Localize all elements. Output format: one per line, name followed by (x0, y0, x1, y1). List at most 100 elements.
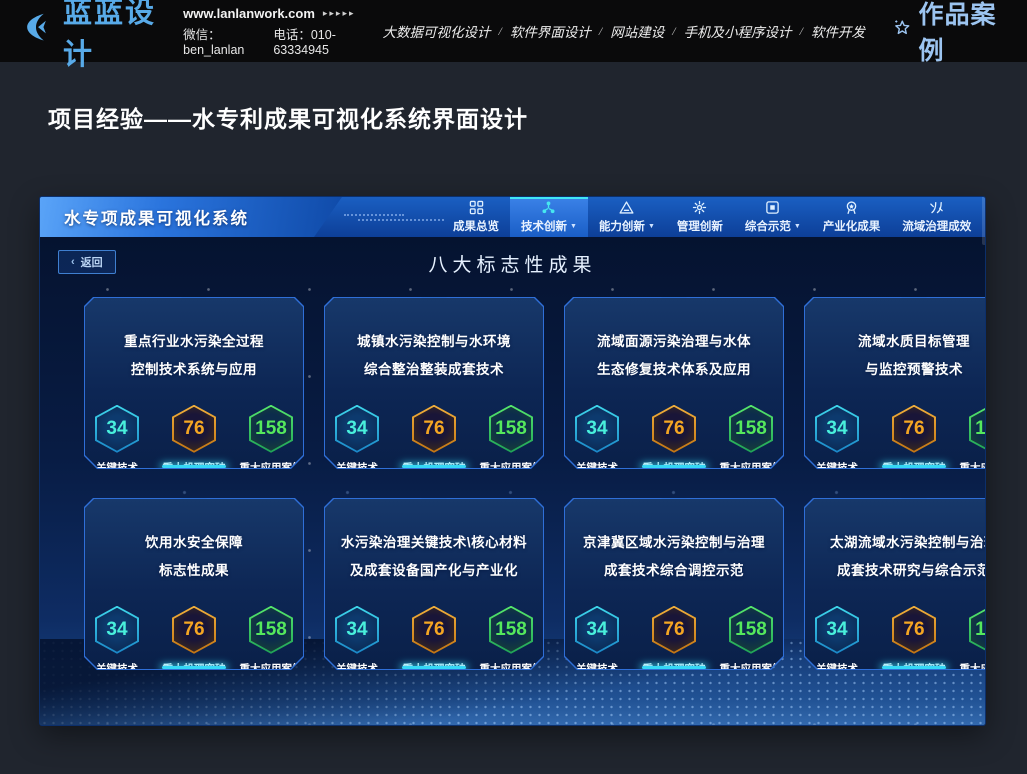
nav-item-label: 综合示范 (745, 218, 791, 234)
card-top-decoration (146, 291, 242, 298)
dashboard-nav: 成果总览 ▼ 技术创新 ▼ 能力创新 ▼ 管理创新 ▼ 综合示范 ▼ 产业化成果… (442, 197, 982, 237)
card-badges: 34 关键技术 76 重大机理突破 158 重大应用案例 (85, 606, 303, 676)
nav-item[interactable]: 技术创新 ▼ (510, 197, 588, 237)
nav-item[interactable]: 综合示范 ▼ (734, 197, 812, 237)
achievement-card[interactable]: 京津冀区域水污染控制与治理成套技术综合调控示范 34 关键技术 76 重大机理突… (564, 498, 784, 670)
site-header: 蓝蓝设计 www.lanlanwork.com ▸▸▸▸▸ 微信：ben_lan… (0, 0, 1027, 62)
phone-contact: 电话：010-63334945 (273, 24, 364, 57)
badge-key-tech: 34 关键技术 (565, 606, 629, 676)
card-title: 流域面源污染治理与水体生态修复技术体系及应用 (597, 328, 751, 385)
spark-icon (929, 200, 944, 215)
card-top-decoration (386, 492, 482, 499)
chevron-down-icon: ▼ (648, 223, 655, 230)
card-badges: 34 关键技术 76 重大机理突破 158 重大应用案例 (565, 606, 783, 676)
nav-item-label: 能力创新 (599, 218, 645, 234)
card-top-decoration (866, 492, 962, 499)
badge-key-tech: 34 关键技术 (85, 405, 149, 475)
back-button[interactable]: ‹ 返回 (58, 250, 116, 274)
contact-block: www.lanlanwork.com ▸▸▸▸▸ 微信：ben_lanlan 电… (183, 6, 364, 57)
dashboard-header: 水专项成果可视化系统 成果总览 ▼ 技术创新 ▼ 能力创新 ▼ 管理创新 ▼ 综… (40, 197, 985, 237)
circuit-decoration (344, 211, 436, 224)
chevron-down-icon: ▼ (794, 223, 801, 230)
nav-item[interactable]: 产业化成果 ▼ (812, 197, 892, 237)
card-badges: 34 关键技术 76 重大机理突破 158 重大应用案例 (805, 405, 985, 475)
medal-icon (844, 200, 859, 215)
badge-breakthrough: 76 重大机理突破 (882, 405, 946, 475)
hexagon-badge: 34 (95, 405, 139, 453)
hexagon-badge: 76 (412, 606, 456, 654)
badge-breakthrough: 76 重大机理突破 (402, 606, 466, 676)
service-link[interactable]: 网站建设 (610, 21, 664, 41)
achievement-card[interactable]: 城镇水污染控制与水环境综合整治整装成套技术 34 关键技术 76 重大机理突破 … (324, 297, 544, 469)
card-badges: 34 关键技术 76 重大机理突破 158 重大应用案例 (325, 606, 543, 676)
grid-icon (469, 200, 484, 215)
card-top-decoration (386, 291, 482, 298)
badge-key-tech: 34 关键技术 (325, 606, 389, 676)
hexagon-badge: 158 (969, 606, 985, 654)
lanlan-logo[interactable]: 蓝蓝设计 (24, 0, 159, 73)
achievement-card[interactable]: 太湖流域水污染控制与治理成套技术研究与综合示范 34 关键技术 76 重大机理突… (804, 498, 985, 670)
hexagon-badge: 158 (729, 405, 773, 453)
card-title: 流域水质目标管理与监控预警技术 (858, 328, 970, 385)
chevron-left-icon: ‹ (71, 256, 75, 268)
card-badges: 34 关键技术 76 重大机理突破 158 重大应用案例 (325, 405, 543, 475)
badge-key-tech: 34 关键技术 (805, 606, 869, 676)
badge-breakthrough: 76 重大机理突破 (402, 405, 466, 475)
chevron-down-icon: ▼ (570, 223, 577, 230)
nav-item-label: 流域治理成效 (902, 218, 971, 234)
hexagon-badge: 158 (489, 606, 533, 654)
achievement-card[interactable]: 饮用水安全保障标志性成果 34 关键技术 76 重大机理突破 158 重大应用案… (84, 498, 304, 670)
card-title: 饮用水安全保障标志性成果 (145, 529, 243, 586)
user-badge[interactable]: 系统管理员 (982, 197, 985, 245)
badge-application: 158 重大应用案例 (479, 405, 543, 475)
card-title: 水污染治理关键技术\核心材料及成套设备国产化与产业化 (341, 529, 527, 586)
badge-key-tech: 34 关键技术 (325, 405, 389, 475)
molecule-icon (541, 200, 556, 215)
logo-text: 蓝蓝设计 (63, 0, 159, 73)
badge-application: 158 重大应用案例 (719, 405, 783, 475)
arrows-decoration: ▸▸▸▸▸ (323, 8, 356, 19)
lanlan-logo-icon (24, 13, 55, 49)
service-link[interactable]: 手机及小程序设计 (684, 21, 792, 41)
badge-breakthrough: 76 重大机理突破 (162, 405, 226, 475)
card-top-decoration (626, 492, 722, 499)
hexagon-badge: 76 (412, 405, 456, 453)
gear-flower-icon (692, 200, 707, 215)
hexagon-badge: 76 (172, 606, 216, 654)
card-top-decoration (626, 291, 722, 298)
service-link[interactable]: 软件界面设计 (510, 21, 591, 41)
achievement-card[interactable]: 重点行业水污染全过程控制技术系统与应用 34 关键技术 76 重大机理突破 15… (84, 297, 304, 469)
hexagon-badge: 158 (969, 405, 985, 453)
website-url[interactable]: www.lanlanwork.com (183, 6, 315, 21)
hexagon-badge: 76 (892, 606, 936, 654)
cards-grid: 重点行业水污染全过程控制技术系统与应用 34 关键技术 76 重大机理突破 15… (40, 277, 985, 670)
service-link[interactable]: 大数据可视化设计 (383, 21, 491, 41)
achievement-card[interactable]: 流域水质目标管理与监控预警技术 34 关键技术 76 重大机理突破 158 重大… (804, 297, 985, 469)
hexagon-badge: 34 (335, 405, 379, 453)
portfolio-label: 作品案例 (918, 0, 999, 67)
nav-item-label: 产业化成果 (823, 218, 881, 234)
hexagon-badge: 34 (335, 606, 379, 654)
hexagon-badge: 76 (652, 405, 696, 453)
nav-item[interactable]: 流域治理成效 ▼ (891, 197, 982, 237)
nav-item[interactable]: 管理创新 ▼ (666, 197, 734, 237)
badge-key-tech: 34 关键技术 (805, 405, 869, 475)
triangle-icon (619, 200, 634, 215)
hexagon-badge: 158 (249, 405, 293, 453)
achievement-card[interactable]: 水污染治理关键技术\核心材料及成套设备国产化与产业化 34 关键技术 76 重大… (324, 498, 544, 670)
card-badges: 34 关键技术 76 重大机理突破 158 重大应用案例 (85, 405, 303, 475)
user-area: 系统管理员 (982, 197, 985, 237)
nav-item[interactable]: 成果总览 ▼ (442, 197, 510, 237)
nav-item-label: 技术创新 (521, 218, 567, 234)
badge-application: 158 重大应用案例 (239, 606, 303, 676)
service-link[interactable]: 软件开发 (811, 21, 865, 41)
badge-key-tech: 34 关键技术 (85, 606, 149, 676)
hexagon-badge: 158 (489, 405, 533, 453)
hexagon-badge: 158 (729, 606, 773, 654)
nav-item[interactable]: 能力创新 ▼ (588, 197, 666, 237)
badge-application: 158 重大应用案例 (719, 606, 783, 676)
achievement-card[interactable]: 流域面源污染治理与水体生态修复技术体系及应用 34 关键技术 76 重大机理突破… (564, 297, 784, 469)
card-title: 太湖流域水污染控制与治理成套技术研究与综合示范 (830, 529, 985, 586)
badge-application: 158 重大应用案例 (959, 405, 985, 475)
portfolio-link[interactable]: 作品案例 (893, 0, 999, 67)
